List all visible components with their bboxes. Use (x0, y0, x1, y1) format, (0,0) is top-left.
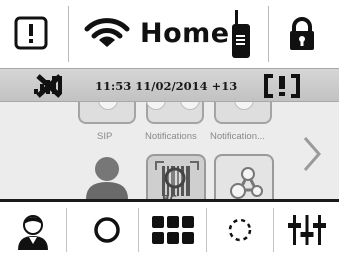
circle-icon (94, 217, 120, 243)
tile-label-notification: Notification... (210, 131, 265, 142)
bottom-divider (66, 208, 67, 252)
user-icon (18, 215, 48, 250)
lock-icon (290, 17, 314, 50)
barcode-scanner-tile[interactable]: BC (146, 154, 206, 199)
no-signal-icon (34, 74, 62, 98)
tile-icon (234, 102, 254, 110)
lock-button[interactable] (287, 16, 317, 52)
page-title: Home (140, 18, 230, 49)
settings-sliders-icon (288, 215, 326, 245)
tile-label-sip: SIP (97, 131, 113, 142)
top-divider (68, 6, 69, 62)
tile-icon (180, 102, 200, 110)
radio-icon (232, 10, 250, 58)
bottom-bar (0, 199, 339, 258)
loading-button[interactable] (212, 202, 268, 258)
bottom-divider (206, 208, 207, 252)
alert-icon (14, 16, 48, 50)
tile-icon (98, 102, 118, 110)
warning-bracket-icon[interactable] (262, 73, 302, 99)
loading-icon (228, 218, 252, 242)
alert-button[interactable] (14, 16, 48, 50)
bottom-divider (138, 208, 139, 252)
bottom-divider (273, 208, 274, 252)
notifications-tile[interactable] (146, 102, 204, 124)
network-icon (230, 167, 263, 199)
status-bar: 11:53 11/02/2014 +13 (0, 68, 339, 102)
top-bar: Home (0, 0, 339, 68)
radio-button[interactable] (228, 8, 254, 60)
tile-label-notifications: Notifications (145, 131, 197, 142)
sip-tile[interactable] (78, 102, 136, 124)
user-button[interactable] (6, 202, 60, 258)
top-divider (268, 6, 269, 62)
user-icon[interactable] (84, 154, 130, 199)
settings-button[interactable] (279, 202, 335, 258)
app-grid: SIP Notifications Notification... BC (0, 102, 339, 199)
tile-icon (146, 102, 166, 110)
chevron-right-icon[interactable] (300, 134, 324, 174)
grid-icon (152, 216, 194, 244)
notification-tile[interactable] (214, 102, 272, 124)
grid-button[interactable] (145, 202, 201, 258)
status-datetime: 11:53 11/02/2014 +13 (95, 79, 238, 93)
circle-button[interactable] (82, 202, 132, 258)
wifi-button[interactable] (83, 18, 131, 48)
barcode-scanner-icon: BC (155, 161, 199, 199)
wifi-icon (84, 18, 130, 47)
device-screen: Home 11:53 11/02/2014 +13 SIP Notificati… (0, 0, 339, 258)
network-tile[interactable] (214, 154, 274, 199)
